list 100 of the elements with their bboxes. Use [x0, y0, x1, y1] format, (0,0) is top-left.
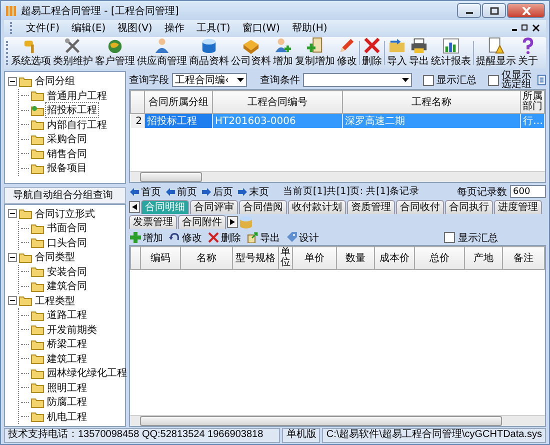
pager-button[interactable]: 前页: [165, 184, 198, 198]
toolbar-button[interactable]: 修改: [168, 230, 203, 244]
menu-item[interactable]: 视图(V): [118, 21, 152, 35]
column-header[interactable]: 总价: [414, 246, 464, 270]
toolbar-button[interactable]: 删除: [361, 37, 383, 69]
column-header[interactable]: 成本价: [374, 246, 414, 270]
toolbar-button[interactable]: 供应商管理: [136, 37, 188, 69]
menu-item[interactable]: 操作: [164, 21, 184, 35]
toolbar-button[interactable]: 类别维护: [52, 37, 94, 69]
menu-item[interactable]: 工具(T): [196, 21, 230, 35]
tab[interactable]: 合同执行: [445, 200, 493, 214]
toolbar-button[interactable]: 增加: [129, 230, 164, 244]
close-icon: [522, 6, 530, 14]
mdi-controls-icon[interactable]: [512, 24, 540, 32]
pager-button[interactable]: 后页: [201, 184, 234, 198]
tree-item[interactable]: 工程类型: [34, 294, 76, 308]
toolbar-button[interactable]: 导出: [246, 230, 281, 244]
tab[interactable]: 合同借阅: [239, 200, 287, 214]
toolbar-button[interactable]: 商品资料: [188, 37, 230, 69]
expand-toggle[interactable]: [8, 252, 17, 262]
tab[interactable]: 发票管理: [129, 215, 177, 229]
tree-item[interactable]: 书面合同: [46, 221, 88, 236]
checkbox[interactable]: [444, 232, 455, 243]
tab[interactable]: 资质管理: [347, 200, 395, 214]
tab[interactable]: 合同收付: [396, 200, 444, 214]
tree-item[interactable]: 机电工程: [46, 410, 88, 424]
expand-toggle[interactable]: [8, 76, 17, 86]
column-header[interactable]: 编码: [140, 246, 180, 270]
close-button[interactable]: [507, 3, 545, 18]
column-header[interactable]: 单位: [278, 246, 292, 270]
tree-item[interactable]: 防腐工程: [46, 395, 88, 410]
tab[interactable]: 收付款计划: [288, 200, 346, 214]
column-header[interactable]: 工程名称: [342, 90, 520, 114]
document-icon[interactable]: [536, 74, 546, 86]
query-field-dropdown[interactable]: 工程合同编‹: [172, 73, 248, 87]
tree-item[interactable]: 道路工程: [46, 308, 88, 322]
table-row[interactable]: 2 招投标工程 HT201603-0006 深罗高速二期 行…: [130, 114, 544, 128]
minimize-button[interactable]: [457, 3, 481, 18]
expand-toggle[interactable]: [8, 209, 17, 218]
toolbar-button[interactable]: 公司资料: [230, 37, 272, 69]
column-header[interactable]: 工程合同编号: [212, 90, 342, 114]
column-header[interactable]: 名称: [180, 246, 232, 270]
toolbar-button[interactable]: 关于: [517, 37, 539, 69]
tree-item[interactable]: 合同订立形式: [34, 206, 96, 221]
toolbar-button[interactable]: 删除: [207, 230, 242, 244]
toolbar-button[interactable]: 复制增加: [294, 37, 336, 69]
toolbar-button[interactable]: 设计: [285, 230, 320, 244]
menu-item[interactable]: 帮助(H): [292, 21, 328, 35]
menu-item[interactable]: 窗口(W): [242, 21, 280, 35]
toolbar-button[interactable]: 增加: [272, 37, 294, 69]
toolbar-button[interactable]: 提醒显示: [475, 37, 517, 69]
pager-button[interactable]: 首页: [129, 184, 162, 198]
toolbar-button[interactable]: 统计报表: [430, 37, 472, 69]
column-header[interactable]: 型号规格: [232, 246, 278, 270]
tab[interactable]: 进度管理: [494, 200, 542, 214]
horizontal-scrollbar[interactable]: [130, 171, 545, 182]
toolbar-button[interactable]: 系统选项: [10, 37, 52, 69]
toolbar-button[interactable]: 客户管理: [94, 37, 136, 69]
tree-item[interactable]: 采购合同: [46, 132, 88, 146]
tree-item[interactable]: 销售合同: [46, 146, 88, 161]
tree-item[interactable]: 桥梁工程: [46, 337, 88, 352]
scroll-right-button[interactable]: [227, 216, 238, 228]
column-header[interactable]: 合同所属分组: [144, 90, 212, 114]
horizontal-scrollbar[interactable]: [130, 415, 545, 426]
column-header[interactable]: 备注: [502, 246, 544, 270]
menu-item[interactable]: 编辑(E): [72, 21, 106, 35]
tree-item[interactable]: 合同分组: [34, 74, 76, 88]
tree-item[interactable]: 招投标工程: [46, 103, 98, 118]
tree-item[interactable]: 口头合同: [46, 236, 88, 250]
folder-icon: [19, 76, 32, 87]
tree-item[interactable]: 园林绿化绿化工程: [46, 366, 128, 380]
column-header[interactable]: 单价: [292, 246, 336, 270]
tree-item[interactable]: 照明工程: [46, 380, 88, 395]
menu-item[interactable]: 文件(F): [26, 21, 60, 35]
column-header[interactable]: 数量: [336, 246, 374, 270]
scroll-left-button[interactable]: [129, 201, 140, 213]
tree-item[interactable]: 建筑合同: [46, 279, 88, 294]
tree-item[interactable]: 合同类型: [34, 250, 76, 264]
tree-item[interactable]: 报备项目: [46, 161, 88, 176]
tree-item[interactable]: 建筑工程: [46, 352, 88, 366]
table-cell: HT201603-0006: [212, 114, 342, 128]
checkbox[interactable]: [488, 74, 499, 86]
pager-button[interactable]: 末页: [237, 184, 270, 198]
column-header[interactable]: 产地: [464, 246, 502, 270]
tree-item[interactable]: 安装合同: [46, 264, 88, 279]
tree-item[interactable]: 普通用户工程: [46, 88, 108, 103]
tree-item[interactable]: 内部自行工程: [46, 118, 108, 132]
page-size-field[interactable]: 600: [510, 185, 546, 198]
toolbar-button[interactable]: 导入: [386, 37, 408, 69]
folder-icon: [19, 252, 32, 263]
maximize-button[interactable]: [482, 3, 506, 18]
toolbar-button[interactable]: 修改: [336, 37, 358, 69]
tab[interactable]: 合同评审: [190, 200, 238, 214]
tab[interactable]: 合同附件: [178, 215, 226, 229]
query-condition-dropdown[interactable]: [303, 73, 412, 87]
checkbox[interactable]: [422, 74, 434, 86]
column-header[interactable]: 所属部门: [520, 90, 544, 114]
expand-toggle[interactable]: [8, 296, 17, 306]
toolbar-button[interactable]: 导出: [408, 37, 430, 69]
tree-item[interactable]: 开发前期类: [46, 322, 98, 337]
